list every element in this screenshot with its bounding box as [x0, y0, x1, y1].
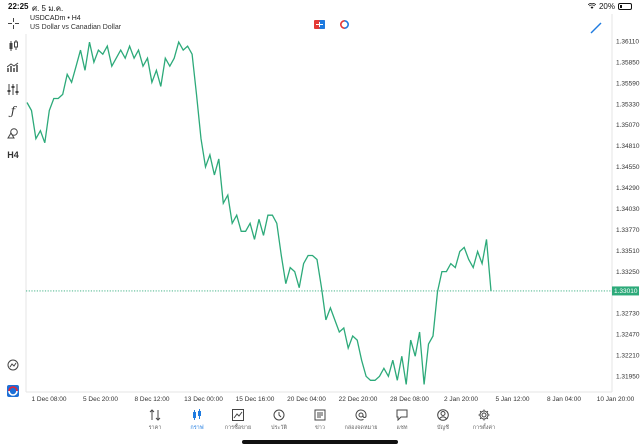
time-tick-label: 8 Jan 04:00	[547, 396, 581, 403]
time-tick-label: 1 Dec 08:00	[31, 396, 66, 403]
tab-news[interactable]: ข่าว	[300, 408, 340, 432]
tab-label: ประวัติ	[270, 425, 288, 431]
price-tick-label: 1.34290	[616, 185, 640, 192]
price-tick-label: 1.32730	[616, 311, 640, 318]
tab-label: แชท	[396, 425, 408, 431]
tab-label: กราฟ	[190, 425, 204, 431]
time-tick-label: 10 Jan 20:00	[597, 396, 635, 403]
sort-arrows-icon	[149, 409, 161, 421]
news-icon	[314, 409, 326, 421]
time-tick-label: 2 Jan 20:00	[444, 396, 478, 403]
price-tick-label: 1.34030	[616, 206, 640, 213]
time-tick-label: 20 Dec 04:00	[287, 396, 326, 403]
time-tick-label: 28 Dec 08:00	[390, 396, 429, 403]
tab-mailbox[interactable]: กล่องจดหมาย	[341, 408, 381, 432]
time-tick-label: 8 Dec 12:00	[134, 396, 169, 403]
tab-settings[interactable]: การตั้งค่า	[464, 408, 504, 432]
time-tick-label: 13 Dec 00:00	[184, 396, 223, 403]
price-tick-label: 1.32210	[616, 353, 640, 360]
history-icon	[273, 409, 285, 421]
tab-label: การซื้อขาย	[224, 425, 252, 431]
tab-chart[interactable]: กราฟ	[177, 408, 217, 432]
price-axis: 1.36110 1.35850 1.35590 1.35330 1.35070 1.348…	[616, 38, 640, 380]
time-axis: 1 Dec 08:00 5 Dec 20:00 8 Dec 12:00 13 Dec …	[31, 396, 634, 403]
tab-label: ข่าว	[315, 425, 325, 431]
price-tick-label: 1.35070	[616, 122, 640, 129]
price-tick-label: 1.35850	[616, 59, 640, 66]
price-tick-label: 1.35590	[616, 80, 640, 87]
price-tag-label: 1.33010	[614, 288, 638, 295]
tab-history[interactable]: ประวัติ	[259, 408, 299, 432]
home-indicator	[242, 440, 398, 444]
time-tick-label: 5 Dec 20:00	[83, 396, 118, 403]
price-tick-label: 1.31950	[616, 374, 640, 381]
price-tick-label: 1.35330	[616, 101, 640, 108]
price-chart[interactable]: 1.36110 1.35850 1.35590 1.35330 1.35070 1.348…	[0, 0, 640, 404]
tab-trade[interactable]: การซื้อขาย	[218, 408, 258, 432]
tab-label: กล่องจดหมาย	[344, 425, 378, 431]
chart-candles-icon	[193, 409, 201, 420]
tab-chat[interactable]: แชท	[382, 408, 422, 432]
price-tick-label: 1.33770	[616, 227, 640, 234]
price-series-line	[26, 40, 492, 385]
tab-label: บัญชี	[437, 425, 449, 431]
trade-chart-icon	[232, 409, 244, 421]
price-tick-label: 1.33250	[616, 269, 640, 276]
account-icon	[437, 409, 449, 421]
settings-gear-icon	[478, 409, 490, 421]
tab-label: การตั้งค่า	[472, 425, 496, 431]
tab-label: ราคา	[148, 425, 162, 431]
price-tick-label: 1.34550	[616, 164, 640, 171]
time-tick-label: 15 Dec 16:00	[236, 396, 275, 403]
price-tick-label: 1.36110	[616, 38, 639, 45]
time-tick-label: 22 Dec 20:00	[339, 396, 378, 403]
price-tick-label: 1.34810	[616, 143, 640, 150]
at-mailbox-icon	[355, 409, 367, 421]
tab-account[interactable]: บัญชี	[423, 408, 463, 432]
time-tick-label: 5 Jan 12:00	[496, 396, 530, 403]
current-price-tag: 1.33010	[612, 286, 639, 296]
price-tick-label: 1.33510	[616, 248, 640, 255]
tab-quotes[interactable]: ราคา	[135, 408, 175, 432]
chat-icon	[396, 409, 408, 421]
price-tick-label: 1.32470	[616, 332, 640, 339]
